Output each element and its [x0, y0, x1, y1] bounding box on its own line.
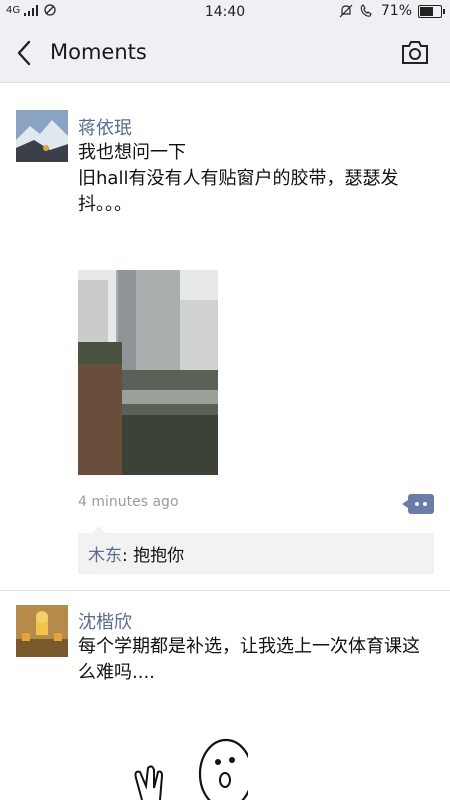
post-author[interactable]: 沈楷欣: [78, 608, 132, 634]
page-title: Moments: [50, 40, 147, 64]
avatar-image: [16, 605, 68, 657]
post-photo[interactable]: [78, 716, 248, 800]
post-time: 4 minutes ago: [78, 494, 179, 510]
avatar-image: [16, 110, 68, 162]
status-bar: 4G 14:40 71%: [0, 0, 450, 24]
comment-like-button[interactable]: [402, 494, 434, 514]
post-text: 每个学期都是补选，让我选上一次体育课这么难吗....: [78, 636, 420, 683]
battery-icon: [418, 4, 445, 18]
back-arrow-icon[interactable]: [14, 38, 38, 68]
post-author[interactable]: 蒋依珉: [78, 114, 132, 140]
post-photo[interactable]: [78, 270, 218, 475]
post-text: 我也想问一下 旧hall有没有人有贴窗户的胶带，瑟瑟发抖。。。: [78, 142, 399, 215]
comment-text: : 抱抱你: [122, 546, 185, 566]
camera-icon[interactable]: [400, 39, 430, 67]
dot-icon: [423, 502, 427, 506]
avatar[interactable]: [16, 110, 68, 162]
comment[interactable]: 木东: 抱抱你: [78, 533, 434, 574]
dot-icon: [415, 502, 419, 506]
bell-muted-icon: [339, 4, 353, 18]
status-right: 71%: [339, 3, 445, 19]
moment-post: 蒋依珉 我也想问一下 旧hall有没有人有贴窗户的胶带，瑟瑟发抖。。。 4 mi…: [0, 82, 450, 590]
comment-author[interactable]: 木东: [88, 546, 122, 566]
moment-post: 沈楷欣 每个学期都是补选，让我选上一次体育课这么难吗....: [0, 591, 450, 800]
nav-bar: Moments: [0, 24, 450, 83]
hd-call-icon: [360, 4, 372, 17]
avatar[interactable]: [16, 605, 68, 657]
comments-box: 木东: 抱抱你: [78, 526, 434, 574]
battery-percent: 71%: [380, 3, 412, 19]
